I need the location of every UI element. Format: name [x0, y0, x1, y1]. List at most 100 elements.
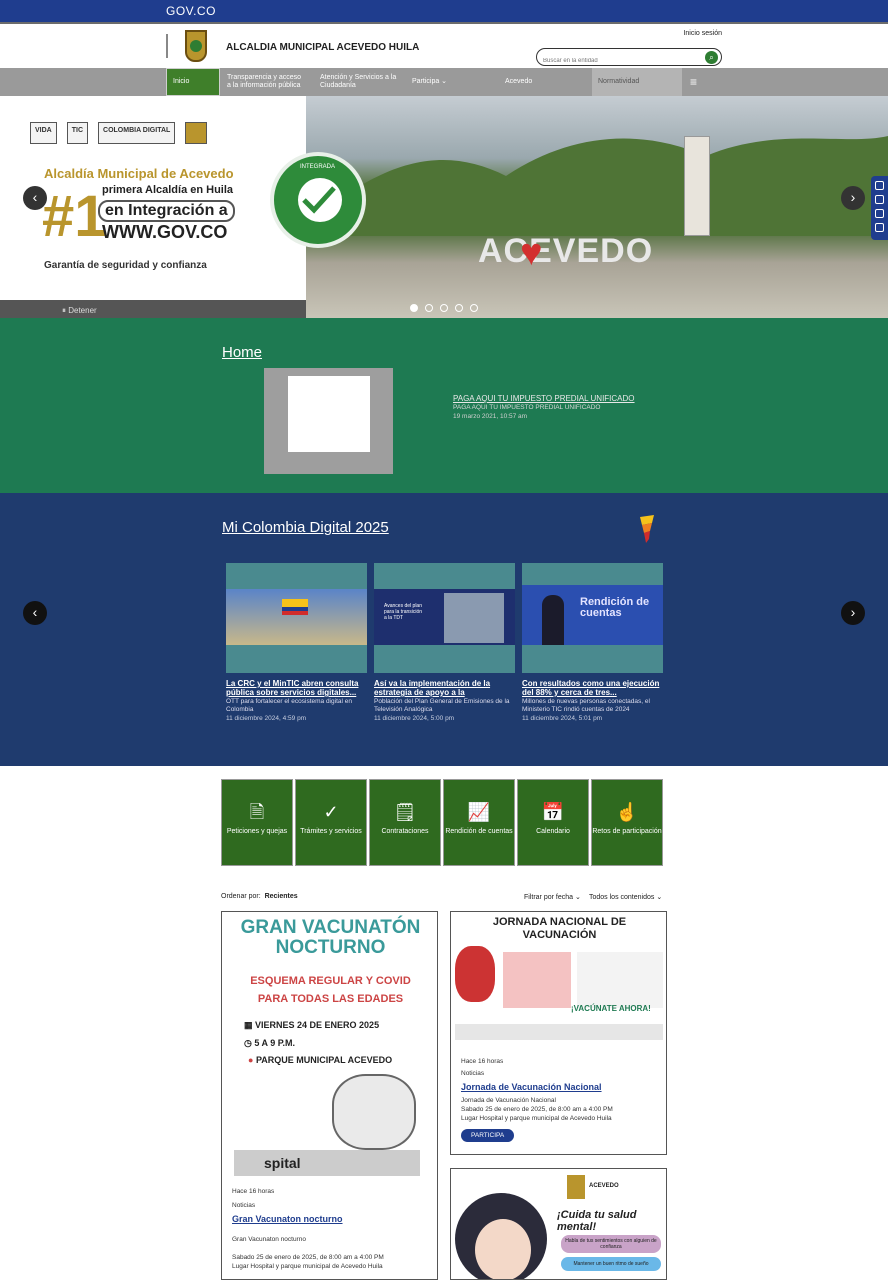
nav-item-normatividad[interactable]: Normatividad: [592, 68, 682, 96]
municipal-shield-icon[interactable]: [185, 30, 207, 62]
news-card-title[interactable]: Así va la implementación de la estrategi…: [374, 679, 515, 697]
relief-icon[interactable]: [875, 223, 884, 232]
tile-rendicion[interactable]: 📈 Rendición de cuentas: [443, 779, 515, 866]
home-item-date: 19 marzo 2021, 10:57 am: [453, 413, 528, 420]
site-header: ALCALDIA MUNICIPAL ACEVEDO HUILA Inicio …: [0, 22, 888, 69]
post-title[interactable]: Gran Vacunaton nocturno: [232, 1214, 343, 1224]
news-card-image: Avances del plan para la transición a la…: [374, 563, 515, 673]
search-input[interactable]: [537, 53, 697, 69]
poster-place: ● PARQUE MUNICIPAL ACEVEDO: [248, 1055, 392, 1065]
content-filter-dropdown[interactable]: Todos los contenidos ⌄: [589, 893, 662, 901]
home-item-title[interactable]: PAGA AQUI TU IMPUESTO PREDIAL UNIFICADO: [453, 394, 635, 403]
login-link[interactable]: Inicio sesión: [683, 30, 722, 37]
gov-co-logo[interactable]: GOV.CO: [166, 4, 216, 18]
main-nav: Inicio Transparencia y acceso a la infor…: [0, 68, 888, 96]
pin-icon: ●: [248, 1055, 256, 1065]
font-size-icon[interactable]: [875, 195, 884, 204]
post-card[interactable]: GRAN VACUNATÓN NOCTURNO ESQUEMA REGULAR …: [221, 911, 438, 1280]
news-card-image: [226, 563, 367, 673]
news-card[interactable]: Rendición de cuentas Con resultados como…: [522, 563, 663, 722]
chevron-down-icon: ⌄: [439, 78, 448, 85]
nav-item-acevedo[interactable]: Acevedo: [499, 68, 589, 96]
carousel-dot[interactable]: [440, 304, 448, 312]
date-filter-dropdown[interactable]: Filtrar por fecha ⌄: [524, 893, 581, 901]
news-card-title[interactable]: Con resultados como una ejecución del 88…: [522, 679, 663, 697]
search-box: ⌕: [536, 48, 722, 69]
tile-tramites[interactable]: ✓ Trámites y servicios: [295, 779, 367, 866]
news-card-date: 11 diciembre 2024, 5:00 pm: [374, 715, 455, 722]
face-skin: [475, 1219, 531, 1279]
post-line: Jornada de Vacunación Nacional: [461, 1097, 556, 1104]
digital-heading[interactable]: Mi Colombia Digital 2025: [222, 519, 389, 536]
tile-contrataciones[interactable]: 🗒 Contrataciones: [369, 779, 441, 866]
font-smaller-icon[interactable]: [875, 209, 884, 218]
digital-next-button[interactable]: ›: [841, 601, 865, 625]
carousel-dot[interactable]: [470, 304, 478, 312]
integration-seal: INTEGRADA: [270, 152, 366, 248]
nav-item-participa-label: Participa: [412, 78, 440, 85]
carousel-next-button[interactable]: ›: [841, 186, 865, 210]
logo-vida: VIDA: [30, 122, 57, 144]
carousel-dot[interactable]: [425, 304, 433, 312]
mountain-shape: [306, 136, 888, 236]
nav-item-atencion[interactable]: Atención y Servicios a la Ciudadanía: [314, 68, 404, 96]
news-card-date: 11 diciembre 2024, 4:59 pm: [226, 715, 307, 722]
post-title[interactable]: Jornada de Vacunación Nacional: [461, 1082, 602, 1092]
hero-logos: VIDA TIC COLOMBIA DIGITAL: [30, 122, 208, 144]
carousel-dot[interactable]: [455, 304, 463, 312]
poster-date: ▦ VIERNES 24 DE ENERO 2025: [244, 1020, 379, 1031]
post-card[interactable]: ACEVEDO ¡Cuida tu salud mental! Habla de…: [450, 1168, 667, 1280]
logo-tic: TIC: [66, 122, 89, 144]
news-card-image-text: Avances del plan para la transición a la…: [384, 603, 423, 621]
order-label: Ordenar por:: [221, 893, 261, 900]
poster-slogan: ¡Cuida tu salud mental!: [557, 1209, 637, 1233]
poster-title: JORNADA NACIONAL DE: [492, 916, 627, 928]
site-title[interactable]: ALCALDIA MUNICIPAL ACEVEDO HUILA: [226, 42, 419, 53]
tile-label: Rendición de cuentas: [445, 828, 513, 835]
nav-item-inicio[interactable]: Inicio: [166, 68, 220, 96]
hero-line-4: WWW.GOV.CO: [102, 222, 228, 242]
poster-time: ◷ 5 A 9 P.M.: [244, 1038, 295, 1049]
news-card-image: Rendición de cuentas: [522, 563, 663, 673]
tile-peticiones[interactable]: 🗎 Peticiones y quejas: [221, 779, 293, 866]
digital-section: Mi Colombia Digital 2025 ‹ › La CRC y el…: [0, 493, 888, 766]
gov-bar: GOV.CO: [0, 0, 888, 22]
poster-bubble: Habla de tus sentimientos con alguien de…: [561, 1235, 661, 1253]
order-control[interactable]: Ordenar por: Recientes: [221, 893, 298, 900]
carousel-dots: [410, 304, 478, 312]
check-icon: ✓: [323, 802, 339, 822]
nav-item-transparencia[interactable]: Transparencia y acceso a la información …: [221, 68, 311, 96]
poster-title: GRAN VACUNATÓN: [240, 917, 421, 938]
menu-icon[interactable]: ≡: [684, 68, 706, 96]
post-card[interactable]: JORNADA NACIONAL DE VACUNACIÓN ¡VACÚNATE…: [450, 911, 667, 1155]
carousel-dot[interactable]: [410, 304, 418, 312]
thumbnail-image: [288, 376, 370, 452]
mascot-figure: [455, 946, 495, 1002]
hero-line-1: Alcaldía Municipal de Acevedo: [44, 166, 234, 181]
poster-title-2: NOCTURNO: [275, 937, 386, 958]
news-card[interactable]: Avances del plan para la transición a la…: [374, 563, 515, 722]
calendar-icon: 📅: [541, 802, 565, 822]
news-card-title[interactable]: La CRC y el MinTIC abren consulta públic…: [226, 679, 367, 697]
accessibility-bar: [871, 176, 888, 240]
church-tower: [684, 136, 710, 236]
carousel-stop-button[interactable]: ⏸ Detener: [0, 300, 306, 318]
participa-button[interactable]: PARTICIPA: [461, 1129, 515, 1142]
tile-retos[interactable]: ☝ Retos de participación: [591, 779, 663, 866]
carousel-prev-button[interactable]: ‹: [23, 186, 47, 210]
digital-prev-button[interactable]: ‹: [23, 601, 47, 625]
home-heading[interactable]: Home: [222, 344, 262, 361]
hero-line-3: en Integración a: [98, 200, 235, 222]
home-thumbnail[interactable]: [264, 368, 393, 474]
tile-calendario[interactable]: 📅 Calendario: [517, 779, 589, 866]
news-card-date: 11 diciembre 2024, 5:01 pm: [522, 715, 603, 722]
news-card[interactable]: La CRC y el MinTIC abren consulta públic…: [226, 563, 367, 722]
search-icon[interactable]: ⌕: [705, 51, 718, 64]
tile-label: Calendario: [536, 828, 570, 835]
post-age: Hace 16 horas: [232, 1188, 275, 1195]
poster-info-box: [503, 952, 571, 1008]
hero-line-2: primera Alcaldía en Huila: [102, 184, 234, 196]
contrast-icon[interactable]: [875, 181, 884, 190]
poster-info-box: [577, 952, 663, 1008]
nav-item-participa[interactable]: Participa ⌄: [406, 68, 486, 96]
